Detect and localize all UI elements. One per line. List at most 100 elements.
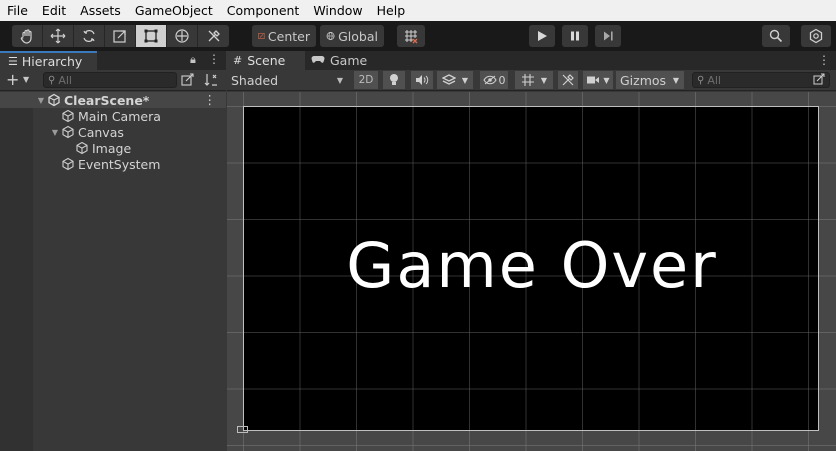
tools-icon — [562, 74, 574, 86]
grid-snap-button[interactable] — [397, 25, 425, 47]
scene-panel: # Scene Game ⋮ Shaded ▼ 2D ▼ 0 ▼ ▼ Gizmo… — [227, 51, 836, 451]
pivot-mode-label: Center — [267, 28, 310, 44]
scene-toolbar: Shaded ▼ 2D ▼ 0 ▼ ▼ Gizmos ▼ ⚲ All — [227, 70, 836, 91]
chevron-down-icon: ▼ — [540, 75, 548, 85]
menu-edit[interactable]: Edit — [35, 0, 73, 21]
hierarchy-tree: ▼ ClearScene* ⋮ Main Camera ▼ Canvas Ima… — [0, 92, 226, 172]
audio-toggle[interactable] — [411, 71, 433, 89]
eye-hidden-icon — [482, 75, 497, 85]
scene-name: ClearScene* — [64, 92, 150, 108]
lighting-toggle[interactable] — [383, 71, 405, 89]
kebab-menu-icon[interactable]: ⋮ — [818, 53, 830, 67]
camera-icon — [587, 76, 600, 84]
layers-icon — [441, 74, 456, 85]
maximize-icon[interactable] — [813, 73, 825, 88]
shading-mode-dropdown[interactable]: Shaded ▼ — [227, 70, 347, 90]
scale-tool-button[interactable] — [105, 25, 136, 47]
scene-viewport[interactable]: Game Over — [227, 92, 836, 451]
menu-assets[interactable]: Assets — [73, 0, 128, 21]
grid-visibility-dropdown[interactable]: ▼ — [515, 71, 553, 89]
unity-services-icon — [809, 28, 823, 44]
gameobject-cube-icon — [75, 141, 89, 155]
hierarchy-search-input[interactable] — [58, 73, 159, 87]
add-icon[interactable]: + — [6, 71, 19, 89]
account-button[interactable] — [801, 25, 831, 47]
camera-dropdown[interactable]: ▼ — [583, 71, 613, 89]
list-item[interactable]: ▼ Canvas — [0, 124, 226, 140]
hand-icon — [20, 29, 32, 44]
scene-search: ⚲ — [692, 72, 830, 88]
menu-file[interactable]: File — [0, 0, 35, 21]
rect-anchor-handle[interactable] — [237, 426, 248, 433]
menu-gameobject[interactable]: GameObject — [128, 0, 220, 21]
grid-icon — [521, 74, 534, 86]
toggle-2d-button[interactable]: 2D — [354, 71, 378, 89]
play-icon — [538, 31, 547, 41]
tab-scene[interactable]: # Scene — [227, 51, 305, 70]
pivot-rotation-button[interactable]: Global — [320, 25, 384, 47]
effects-dropdown[interactable]: ▼ — [437, 71, 473, 89]
pause-button[interactable] — [562, 25, 588, 47]
rotate-tool-button[interactable] — [74, 25, 105, 47]
menu-window[interactable]: Window — [306, 0, 369, 21]
rect-tool-button[interactable] — [136, 25, 167, 47]
scene-search-input[interactable] — [707, 73, 808, 87]
lock-icon[interactable]: 🔒︎ — [190, 53, 196, 67]
chevron-down-icon[interactable]: ▼ — [50, 128, 60, 137]
list-item[interactable]: Image — [0, 140, 226, 156]
hidden-count: 0 — [498, 73, 506, 87]
step-icon — [604, 31, 613, 41]
game-tab-label: Game — [330, 53, 368, 68]
step-button[interactable] — [595, 25, 621, 47]
scene-tab-bar: # Scene Game ⋮ — [227, 51, 836, 70]
light-bulb-icon — [390, 74, 398, 85]
chevron-down-icon: ▼ — [603, 75, 610, 85]
chevron-down-icon[interactable]: ▼ — [23, 73, 29, 87]
search-icon: ⚲ — [697, 74, 705, 86]
list-item[interactable]: EventSystem — [0, 156, 226, 172]
canvas-rect[interactable]: Game Over — [243, 106, 819, 431]
hierarchy-toolbar: + ▼ ⚲ — [0, 70, 226, 91]
scene-tab-label: Scene — [247, 53, 286, 68]
move-tool-button[interactable] — [43, 25, 74, 47]
scene-visibility-toggle[interactable]: 0 — [480, 71, 508, 89]
tab-hierarchy[interactable]: ☰ Hierarchy — [0, 51, 97, 70]
hierarchy-item-label: Image — [92, 140, 132, 156]
tools-toggle[interactable] — [558, 71, 578, 89]
rotate-icon — [83, 30, 95, 42]
gizmos-dropdown[interactable]: Gizmos ▼ — [616, 71, 684, 89]
gameobject-cube-icon — [61, 125, 75, 139]
gamepad-icon — [311, 54, 325, 67]
hand-tool-button[interactable] — [12, 25, 43, 47]
transform-icon — [175, 29, 189, 43]
play-button[interactable] — [529, 25, 555, 47]
grid-snap-icon — [405, 30, 418, 44]
tools-icon — [208, 30, 220, 42]
filter-icon[interactable] — [180, 72, 196, 91]
menu-help[interactable]: Help — [370, 0, 413, 21]
hierarchy-panel: ☰ Hierarchy 🔒︎ ⋮ + ▼ ⚲ ▼ ClearScene* ⋮ — [0, 51, 226, 451]
gameobject-cube-icon — [61, 157, 75, 171]
speaker-icon — [416, 75, 429, 85]
search-button[interactable] — [762, 25, 790, 47]
kebab-menu-icon[interactable]: ⋮ — [204, 92, 217, 107]
gameobject-cube-icon — [61, 109, 75, 123]
menu-bar: File Edit Assets GameObject Component Wi… — [0, 0, 836, 21]
kebab-menu-icon[interactable]: ⋮ — [208, 52, 220, 66]
search-icon — [769, 29, 783, 43]
globe-icon — [326, 32, 335, 40]
chevron-down-icon: ▼ — [336, 75, 343, 85]
scene-row[interactable]: ▼ ClearScene* ⋮ — [0, 92, 226, 108]
custom-tool-button[interactable] — [198, 25, 229, 47]
chevron-down-icon[interactable]: ▼ — [36, 96, 46, 105]
hierarchy-item-label: Canvas — [78, 124, 124, 140]
chevron-down-icon: ▼ — [672, 75, 679, 85]
sort-icon[interactable] — [203, 72, 219, 91]
hierarchy-tab-bar: ☰ Hierarchy 🔒︎ ⋮ — [0, 51, 226, 70]
pivot-mode-button[interactable]: Center — [252, 25, 316, 47]
transform-tool-button[interactable] — [167, 25, 198, 47]
list-item[interactable]: Main Camera — [0, 108, 226, 124]
list-icon: ☰ — [8, 55, 18, 68]
tab-game[interactable]: Game — [305, 51, 375, 70]
menu-component[interactable]: Component — [220, 0, 307, 21]
